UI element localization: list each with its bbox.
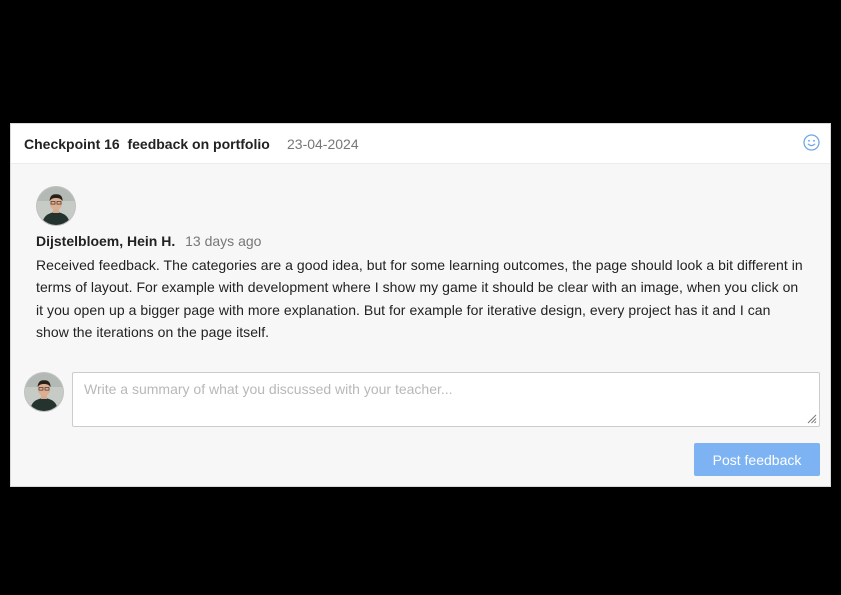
checkpoint-card: Checkpoint 16 feedback on portfolio 23-0… <box>10 123 831 487</box>
feedback-text: Received feedback. The categories are a … <box>36 257 803 340</box>
checkpoint-title: Checkpoint 16 feedback on portfolio <box>24 136 270 152</box>
summary-input[interactable] <box>72 372 820 427</box>
person-icon <box>37 187 75 225</box>
person-icon <box>25 373 63 411</box>
current-user-avatar <box>25 373 63 411</box>
smiley-icon[interactable] <box>803 134 820 151</box>
feedback-thread: Dijstelbloem, Hein H. 13 days ago Receiv… <box>11 164 830 486</box>
author-avatar <box>37 187 75 225</box>
post-feedback-button[interactable]: Post feedback <box>694 443 820 476</box>
author-name: Dijstelbloem, Hein H. <box>36 233 176 249</box>
feedback-time: 13 days ago <box>185 233 262 249</box>
feedback-meta: Dijstelbloem, Hein H. 13 days ago <box>36 233 261 249</box>
checkpoint-date: 23-04-2024 <box>287 136 359 152</box>
resize-handle-icon[interactable] <box>806 413 817 424</box>
checkpoint-header: Checkpoint 16 feedback on portfolio 23-0… <box>11 124 830 164</box>
